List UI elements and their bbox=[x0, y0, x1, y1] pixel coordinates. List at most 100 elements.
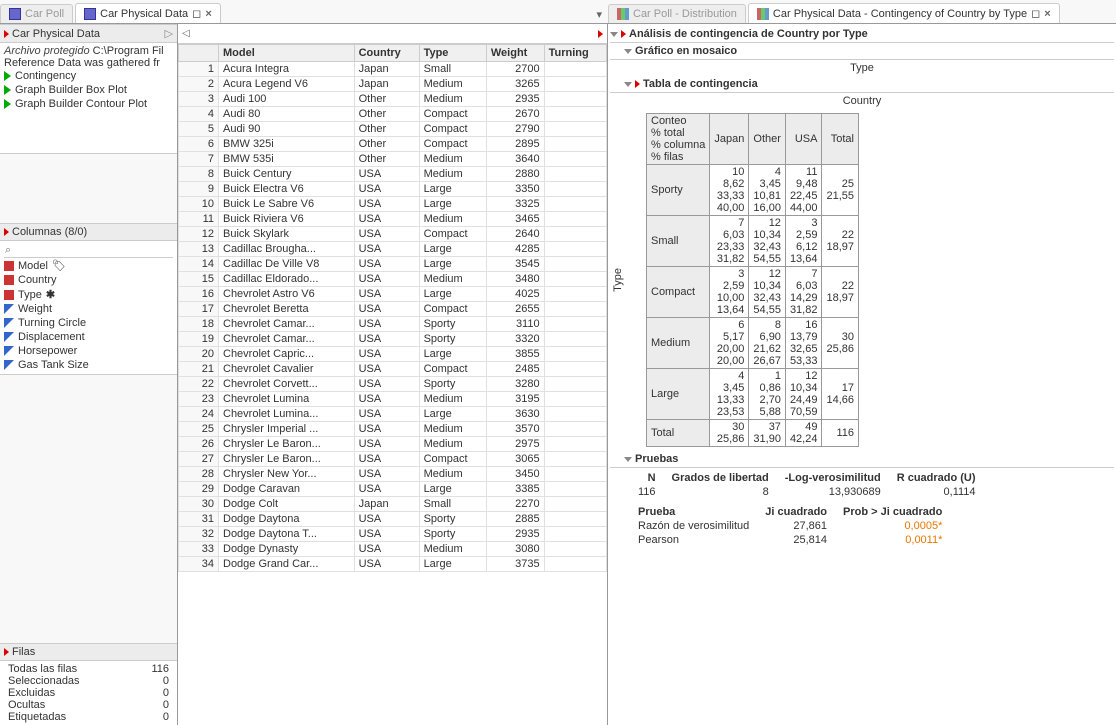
scroll-left-icon[interactable]: ◁ bbox=[182, 28, 190, 39]
table-icon bbox=[84, 8, 96, 20]
col-header[interactable] bbox=[179, 45, 219, 62]
tab-car-physical-data[interactable]: Car Physical Data ◻ × bbox=[75, 3, 221, 23]
table-row[interactable]: 21Chevrolet CavalierUSACompact2485 bbox=[179, 362, 607, 377]
table-row[interactable]: 4Audi 80OtherCompact2670 bbox=[179, 107, 607, 122]
protected-label: Archivo protegido bbox=[4, 45, 90, 57]
table-row[interactable]: 18Chevrolet Camar...USASporty3110 bbox=[179, 317, 607, 332]
popout-icon[interactable]: ◻ bbox=[192, 7, 201, 20]
tab-car-poll[interactable]: Car Poll bbox=[0, 4, 73, 23]
column-item[interactable]: Gas Tank Size bbox=[4, 358, 173, 372]
label-icon: 🏷 bbox=[52, 259, 66, 272]
table-row[interactable]: 27Chrysler Le Baron...USACompact3065 bbox=[179, 452, 607, 467]
red-triangle-icon[interactable] bbox=[635, 80, 640, 88]
column-item[interactable]: Type ✱ bbox=[4, 287, 173, 302]
column-item[interactable]: Displacement bbox=[4, 330, 173, 344]
columns-header[interactable]: Columnas (8/0) bbox=[0, 223, 177, 241]
table-row[interactable]: 5Audi 90OtherCompact2790 bbox=[179, 122, 607, 137]
popout-icon[interactable]: ◻ bbox=[1031, 7, 1040, 20]
right-tabbar: Car Poll - Distribution Car Physical Dat… bbox=[608, 0, 1116, 24]
close-icon[interactable]: × bbox=[1044, 8, 1050, 20]
column-item[interactable]: Weight bbox=[4, 302, 173, 316]
table-row[interactable]: 24Chevrolet Lumina...USALarge3630 bbox=[179, 407, 607, 422]
red-triangle-icon[interactable] bbox=[4, 30, 9, 38]
disclosure-icon[interactable] bbox=[610, 32, 618, 37]
table-row[interactable]: 12Buick SkylarkUSACompact2640 bbox=[179, 227, 607, 242]
tab-contingency[interactable]: Car Physical Data - Contingency of Count… bbox=[748, 3, 1060, 23]
row-stat: Ocultas0 bbox=[4, 699, 173, 711]
table-row[interactable]: 25Chrysler Imperial ...USAMedium3570 bbox=[179, 422, 607, 437]
red-triangle-icon[interactable] bbox=[598, 30, 603, 38]
table-info-header[interactable]: Car Physical Data▷ bbox=[0, 24, 177, 43]
table-row[interactable]: 11Buick Riviera V6USAMedium3465 bbox=[179, 212, 607, 227]
tests-summary-table: NGrados de libertad-Log-verosimilitudR c… bbox=[630, 471, 984, 499]
table-row[interactable]: 28Chrysler New Yor...USAMedium3450 bbox=[179, 467, 607, 482]
row-stat: Excluidas0 bbox=[4, 687, 173, 699]
reference-note: Reference Data was gathered fr bbox=[4, 57, 173, 69]
table-row[interactable]: 34Dodge Grand Car...USALarge3735 bbox=[179, 557, 607, 572]
table-row[interactable]: 30Dodge ColtJapanSmall2270 bbox=[179, 497, 607, 512]
nominal-icon bbox=[4, 275, 14, 285]
column-item[interactable]: Horsepower bbox=[4, 344, 173, 358]
nominal-icon bbox=[4, 261, 14, 271]
tab-distribution[interactable]: Car Poll - Distribution bbox=[608, 4, 746, 23]
data-table[interactable]: ModelCountryTypeWeightTurning 1Acura Int… bbox=[178, 44, 607, 572]
col-header[interactable]: Type bbox=[419, 45, 486, 62]
table-row[interactable]: 22Chevrolet Corvett...USASporty3280 bbox=[179, 377, 607, 392]
column-item[interactable]: Model 🏷 bbox=[4, 258, 173, 273]
table-row[interactable]: 15Cadillac Eldorado...USAMedium3480 bbox=[179, 272, 607, 287]
disclosure-icon[interactable] bbox=[624, 49, 632, 54]
row-stat: Todas las filas116 bbox=[4, 663, 173, 675]
continuous-icon bbox=[4, 360, 14, 370]
table-row[interactable]: 7BMW 535iOtherMedium3640 bbox=[179, 152, 607, 167]
table-row[interactable]: 33Dodge DynastyUSAMedium3080 bbox=[179, 542, 607, 557]
column-search-input[interactable] bbox=[4, 243, 173, 258]
red-triangle-icon[interactable] bbox=[4, 228, 9, 236]
script-item[interactable]: Contingency bbox=[4, 69, 173, 83]
table-row[interactable]: 32Dodge Daytona T...USASporty2935 bbox=[179, 527, 607, 542]
table-row[interactable]: 31Dodge DaytonaUSASporty2885 bbox=[179, 512, 607, 527]
table-row[interactable]: 26Chrysler Le Baron...USAMedium2975 bbox=[179, 437, 607, 452]
table-row[interactable]: 1Acura IntegraJapanSmall2700 bbox=[179, 62, 607, 77]
table-row[interactable]: 29Dodge CaravanUSALarge3385 bbox=[179, 482, 607, 497]
col-header[interactable]: Country bbox=[354, 45, 419, 62]
play-icon bbox=[4, 71, 11, 81]
table-row[interactable]: 16Chevrolet Astro V6USALarge4025 bbox=[179, 287, 607, 302]
disclosure-icon[interactable] bbox=[624, 82, 632, 87]
table-row[interactable]: 17Chevrolet BerettaUSACompact2655 bbox=[179, 302, 607, 317]
table-row[interactable]: 10Buick Le Sabre V6USALarge3325 bbox=[179, 197, 607, 212]
table-row[interactable]: 19Chevrolet Camar...USASporty3320 bbox=[179, 332, 607, 347]
continuous-icon bbox=[4, 332, 14, 342]
tests-title: Pruebas bbox=[635, 453, 678, 465]
script-item[interactable]: Graph Builder Contour Plot bbox=[4, 97, 173, 111]
script-item[interactable]: Graph Builder Box Plot bbox=[4, 83, 173, 97]
col-header[interactable]: Weight bbox=[486, 45, 544, 62]
col-header[interactable]: Turning bbox=[544, 45, 606, 62]
analysis-title: Análisis de contingencia de Country por … bbox=[629, 28, 868, 40]
col-header[interactable]: Model bbox=[219, 45, 355, 62]
left-tabbar: Car Poll Car Physical Data ◻ × ▾ bbox=[0, 0, 608, 24]
table-row[interactable]: 2Acura Legend V6JapanMedium3265 bbox=[179, 77, 607, 92]
play-icon bbox=[4, 85, 11, 95]
ctg-x-axis: Country bbox=[610, 93, 1114, 109]
table-row[interactable]: 3Audi 100OtherMedium2935 bbox=[179, 92, 607, 107]
close-icon[interactable]: × bbox=[205, 8, 211, 20]
red-triangle-icon[interactable] bbox=[621, 30, 626, 38]
report-icon bbox=[757, 8, 769, 20]
table-row[interactable]: 13Cadillac Brougha...USALarge4285 bbox=[179, 242, 607, 257]
table-row[interactable]: 6BMW 325iOtherCompact2895 bbox=[179, 137, 607, 152]
table-row[interactable]: 8Buick CenturyUSAMedium2880 bbox=[179, 167, 607, 182]
column-item[interactable]: Country bbox=[4, 273, 173, 287]
column-item[interactable]: Turning Circle bbox=[4, 316, 173, 330]
ctg-y-axis: Type bbox=[610, 266, 626, 294]
table-row[interactable]: 23Chevrolet LuminaUSAMedium3195 bbox=[179, 392, 607, 407]
table-row[interactable]: 14Cadillac De Ville V8USALarge3545 bbox=[179, 257, 607, 272]
table-row[interactable]: 20Chevrolet Capric...USALarge3855 bbox=[179, 347, 607, 362]
red-triangle-icon[interactable] bbox=[4, 648, 9, 656]
play-icon[interactable]: ▷ bbox=[165, 27, 173, 40]
tab-menu-icon[interactable]: ▾ bbox=[590, 6, 608, 23]
disclosure-icon[interactable] bbox=[624, 457, 632, 462]
row-stat: Etiquetadas0 bbox=[4, 711, 173, 723]
table-row[interactable]: 9Buick Electra V6USALarge3350 bbox=[179, 182, 607, 197]
rows-header[interactable]: Filas bbox=[0, 643, 177, 661]
nominal-icon bbox=[4, 290, 14, 300]
